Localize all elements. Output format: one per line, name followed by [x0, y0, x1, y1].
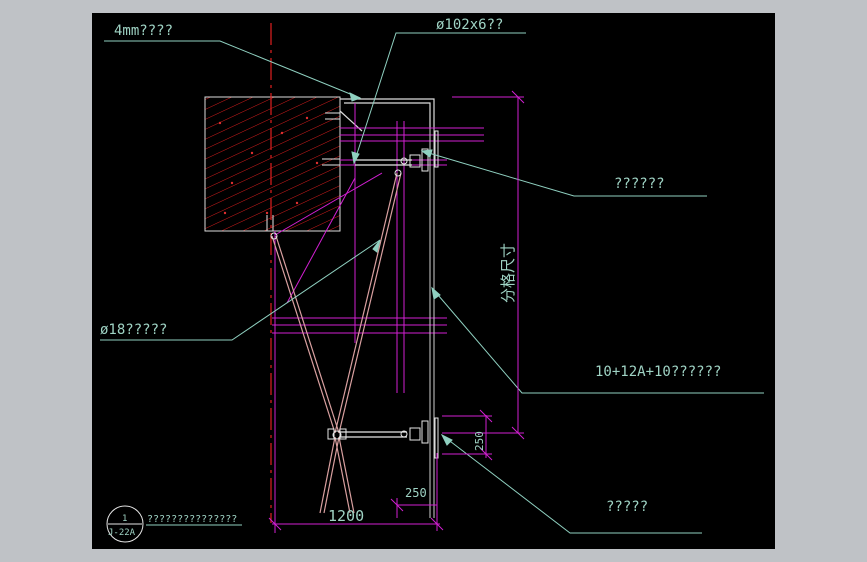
cad-drawing-canvas: 4mm???? ø102x6?? ?????? ø18????? 10+12A+…: [92, 13, 775, 549]
dim-250-vertical: 250: [473, 431, 486, 451]
detail-number: 1: [122, 514, 127, 524]
detail-title: ???????????????: [147, 514, 237, 525]
label-bracket: ??????: [614, 176, 665, 192]
label-steel-tube: ø102x6??: [436, 17, 503, 33]
label-glass-plate: 4mm????: [114, 23, 173, 39]
dim-grid-size: 分格尺寸: [499, 243, 517, 303]
top-cap: [339, 98, 435, 132]
leader-lines: [100, 32, 764, 534]
concrete-slab: [204, 96, 341, 232]
horizontal-struts: [339, 159, 412, 438]
label-spider-fitting: ?????: [606, 499, 648, 515]
detail-mark: 1 J-22A ???????????????: [106, 505, 242, 543]
glass-panel: [429, 129, 435, 518]
detail-sheet: J-22A: [108, 528, 136, 538]
dim-250-horizontal: 250: [405, 486, 427, 500]
label-insulated-glass: 10+12A+10??????: [595, 364, 721, 380]
curtain-wall-section-drawing: 4mm???? ø102x6?? ?????? ø18????? 10+12A+…: [100, 17, 764, 543]
label-steel-rod: ø18?????: [100, 322, 167, 338]
dim-1200: 1200: [328, 507, 364, 525]
